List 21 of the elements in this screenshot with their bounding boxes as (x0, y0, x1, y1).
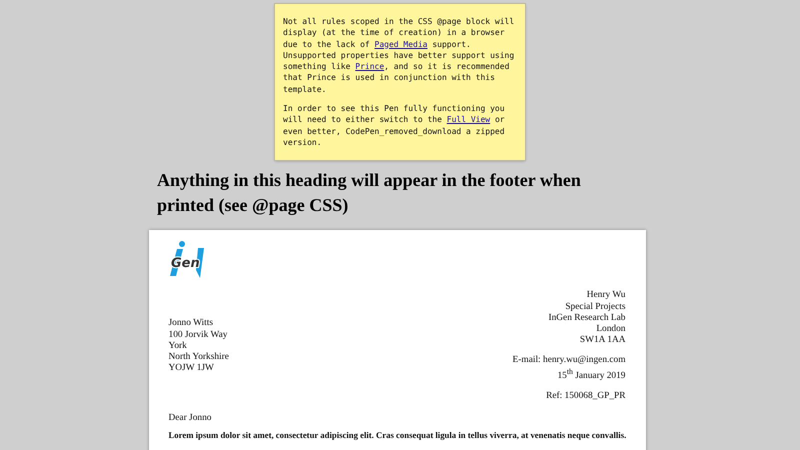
text-link[interactable]: Paged Media (374, 40, 428, 49)
page-heading: Anything in this heading will appear in the footer when printed (see @page CSS) (157, 169, 582, 218)
letter-body: Lorem ipsum dolor sit amet, consectetur adipiscing elit. Cras consequat ligula in tellus viverra, at venenatis neque convallis. (168, 430, 626, 442)
recipient-address-line: York (168, 340, 188, 352)
recipient-address-line: North Yorkshire (168, 352, 229, 364)
sender-email: E-mail: henry.wu@ingen.com (512, 354, 626, 366)
recipient-address-line: Jonno Witts (168, 318, 214, 330)
sender-address-line: InGen Research Lab (548, 312, 626, 324)
recipient-address-line: 100 Jorvik Way (168, 330, 228, 341)
sender-address-line: SW1A 1AA (580, 335, 626, 347)
text-link[interactable]: Full View (446, 115, 490, 124)
note-paragraph: Not all rules scoped in the CSS @page block will display (at the time of creation) in a browser due to the lack of Paged Media support. Unsupported properties have better support using something like Prince, and so it is recommended that Prince is used in conjunction with this template. (283, 16, 516, 96)
letter-reference: Ref: 150068_GP_PR (546, 391, 626, 403)
note-paragraph: In order to see this Pen fully functioning you will need to either switch to the Full View or even better, CodePen_removed_download a zipped version. (283, 103, 506, 148)
sender-address-line: Special Projects (565, 302, 626, 313)
text-link[interactable]: Prince (355, 62, 384, 72)
sender-address-line: Henry Wu (586, 290, 626, 302)
sender-address-line: London (596, 324, 626, 336)
letter-date: 15$^{th}$ January 2019 (557, 366, 626, 382)
recipient-address-line: YOJW 1JW (168, 363, 215, 375)
letter-salutation: Dear Jonno (168, 412, 212, 424)
